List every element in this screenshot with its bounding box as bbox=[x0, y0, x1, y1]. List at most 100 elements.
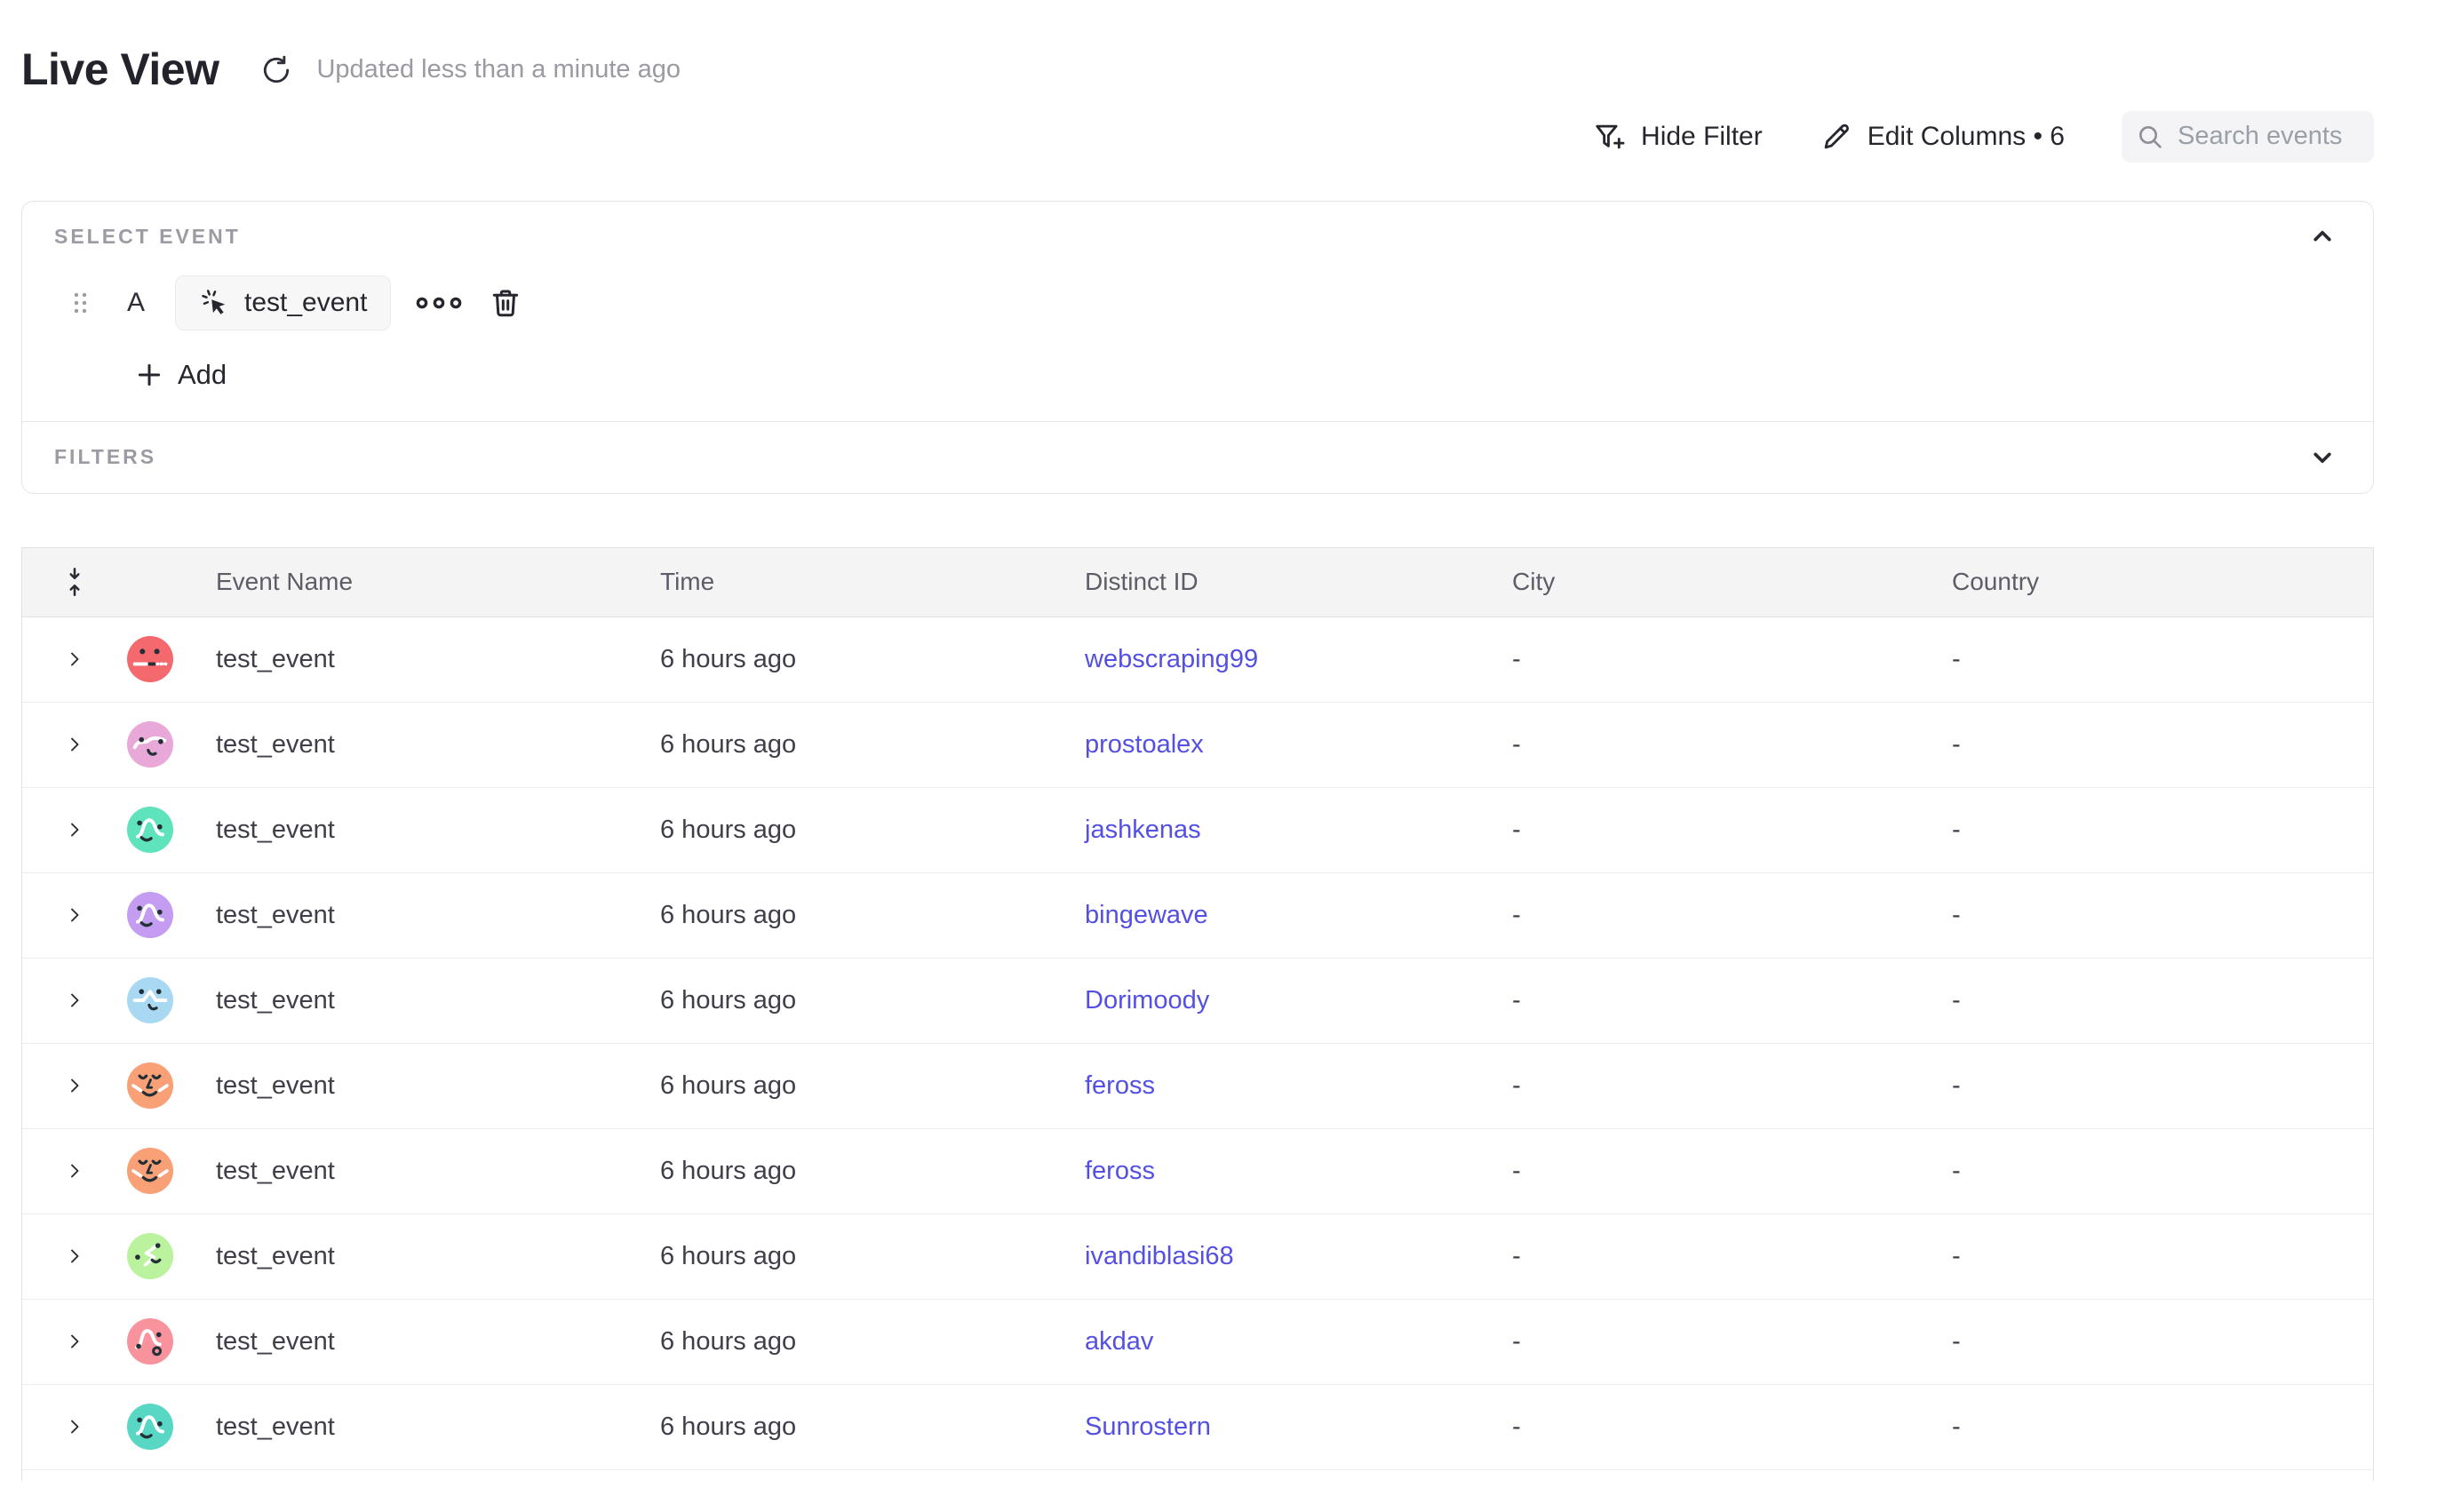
chevron-right-icon bbox=[64, 1331, 85, 1352]
collapse-all-rows-button[interactable] bbox=[61, 567, 88, 597]
time-cell: 6 hours ago bbox=[660, 1071, 1085, 1101]
search-icon bbox=[2136, 123, 2164, 151]
chevron-right-icon bbox=[64, 649, 85, 670]
hide-filter-label: Hide Filter bbox=[1641, 122, 1763, 152]
filters-section[interactable]: FILTERS bbox=[22, 422, 2373, 493]
expand-row-button[interactable] bbox=[22, 1075, 127, 1096]
city-cell: - bbox=[1512, 986, 1952, 1015]
toolbar: Hide Filter Edit Columns • 6 bbox=[21, 110, 2374, 163]
event-options-button[interactable] bbox=[414, 290, 464, 315]
delete-event-button[interactable] bbox=[489, 286, 522, 320]
expand-row-button[interactable] bbox=[22, 649, 127, 670]
expand-row-button[interactable] bbox=[22, 1245, 127, 1267]
expand-row-button[interactable] bbox=[22, 819, 127, 840]
hide-filter-button[interactable]: Hide Filter bbox=[1593, 120, 1763, 154]
next-row-sliver bbox=[22, 1470, 2373, 1481]
table-row[interactable]: test_event 6 hours ago webscraping99 - - bbox=[22, 617, 2373, 703]
country-cell: - bbox=[1952, 1071, 2373, 1101]
user-avatar bbox=[127, 1062, 173, 1109]
distinct-id-link[interactable]: feross bbox=[1085, 1071, 1155, 1100]
country-cell: - bbox=[1952, 1242, 2373, 1271]
event-name-cell: test_event bbox=[216, 730, 660, 760]
city-cell: - bbox=[1512, 816, 1952, 845]
table-row[interactable]: test_event 6 hours ago akdav - - bbox=[22, 1300, 2373, 1385]
event-name-cell: test_event bbox=[216, 1413, 660, 1442]
chevron-up-icon bbox=[2307, 221, 2337, 251]
country-cell: - bbox=[1952, 730, 2373, 760]
trash-icon bbox=[489, 286, 522, 320]
country-cell: - bbox=[1952, 1157, 2373, 1186]
time-cell: 6 hours ago bbox=[660, 1157, 1085, 1186]
expand-row-button[interactable] bbox=[22, 1160, 127, 1182]
event-select-button[interactable]: test_event bbox=[175, 275, 391, 330]
event-name-cell: test_event bbox=[216, 986, 660, 1015]
distinct-id-link[interactable]: jashkenas bbox=[1085, 816, 1201, 844]
city-cell: - bbox=[1512, 730, 1952, 760]
user-avatar bbox=[127, 1233, 173, 1279]
chevron-right-icon bbox=[64, 990, 85, 1011]
chevron-down-icon bbox=[2307, 442, 2337, 473]
event-name-cell: test_event bbox=[216, 1071, 660, 1101]
expand-row-button[interactable] bbox=[22, 734, 127, 755]
table-header-row: Event Name Time Distinct ID City Country bbox=[22, 548, 2373, 617]
refresh-button[interactable] bbox=[258, 52, 295, 89]
time-cell: 6 hours ago bbox=[660, 1242, 1085, 1271]
distinct-id-link[interactable]: bingewave bbox=[1085, 901, 1208, 929]
edit-columns-label: Edit Columns • 6 bbox=[1868, 122, 2065, 152]
search-box[interactable] bbox=[2122, 111, 2374, 163]
event-name-cell: test_event bbox=[216, 901, 660, 930]
event-name-cell: test_event bbox=[216, 1242, 660, 1271]
expand-filters-button[interactable] bbox=[2307, 442, 2337, 473]
edit-columns-button[interactable]: Edit Columns • 6 bbox=[1820, 120, 2065, 154]
chevron-right-icon bbox=[64, 904, 85, 926]
query-builder-panel: SELECT EVENT A bbox=[21, 201, 2374, 494]
refresh-icon bbox=[259, 53, 293, 87]
more-options-icon bbox=[414, 290, 464, 315]
city-cell: - bbox=[1512, 645, 1952, 674]
expand-row-button[interactable] bbox=[22, 1416, 127, 1437]
table-row[interactable]: test_event 6 hours ago feross - - bbox=[22, 1129, 2373, 1214]
chevron-right-icon bbox=[64, 819, 85, 840]
drag-handle[interactable] bbox=[72, 290, 90, 315]
click-cursor-icon bbox=[199, 287, 231, 319]
search-input[interactable] bbox=[2176, 121, 2360, 152]
add-event-button[interactable]: Add bbox=[134, 355, 227, 394]
table-row[interactable]: test_event 6 hours ago jashkenas - - bbox=[22, 788, 2373, 873]
live-view-page: Live View Updated less than a minute ago… bbox=[0, 44, 2445, 1481]
event-row: A test_event bbox=[54, 275, 2341, 330]
distinct-id-link[interactable]: prostoalex bbox=[1085, 730, 1204, 759]
collapse-select-event-button[interactable] bbox=[2307, 221, 2337, 251]
user-avatar bbox=[127, 1148, 173, 1194]
distinct-id-link[interactable]: Sunrostern bbox=[1085, 1413, 1211, 1441]
country-cell: - bbox=[1952, 1327, 2373, 1357]
chevron-right-icon bbox=[64, 1160, 85, 1182]
expand-row-button[interactable] bbox=[22, 904, 127, 926]
user-avatar bbox=[127, 892, 173, 938]
expand-row-button[interactable] bbox=[22, 990, 127, 1011]
column-header-city: City bbox=[1512, 568, 1952, 596]
event-name-cell: test_event bbox=[216, 816, 660, 845]
distinct-id-link[interactable]: webscraping99 bbox=[1085, 645, 1258, 673]
user-avatar bbox=[127, 977, 173, 1023]
table-row[interactable]: test_event 6 hours ago Dorimoody - - bbox=[22, 959, 2373, 1044]
distinct-id-link[interactable]: Dorimoody bbox=[1085, 986, 1209, 1015]
city-cell: - bbox=[1512, 901, 1952, 930]
time-cell: 6 hours ago bbox=[660, 730, 1085, 760]
table-body: test_event 6 hours ago webscraping99 - -… bbox=[22, 617, 2373, 1470]
table-row[interactable]: test_event 6 hours ago bingewave - - bbox=[22, 873, 2373, 959]
column-header-distinct-id: Distinct ID bbox=[1085, 568, 1512, 596]
distinct-id-link[interactable]: ivandiblasi68 bbox=[1085, 1242, 1234, 1270]
table-row[interactable]: test_event 6 hours ago prostoalex - - bbox=[22, 703, 2373, 788]
country-cell: - bbox=[1952, 645, 2373, 674]
page-header: Live View Updated less than a minute ago bbox=[21, 44, 2374, 96]
table-row[interactable]: test_event 6 hours ago Sunrostern - - bbox=[22, 1385, 2373, 1470]
expand-row-button[interactable] bbox=[22, 1331, 127, 1352]
time-cell: 6 hours ago bbox=[660, 986, 1085, 1015]
distinct-id-link[interactable]: feross bbox=[1085, 1157, 1155, 1185]
table-row[interactable]: test_event 6 hours ago feross - - bbox=[22, 1044, 2373, 1129]
plus-icon bbox=[134, 360, 164, 390]
distinct-id-link[interactable]: akdav bbox=[1085, 1327, 1153, 1356]
city-cell: - bbox=[1512, 1157, 1952, 1186]
table-row[interactable]: test_event 6 hours ago ivandiblasi68 - - bbox=[22, 1214, 2373, 1300]
time-cell: 6 hours ago bbox=[660, 901, 1085, 930]
